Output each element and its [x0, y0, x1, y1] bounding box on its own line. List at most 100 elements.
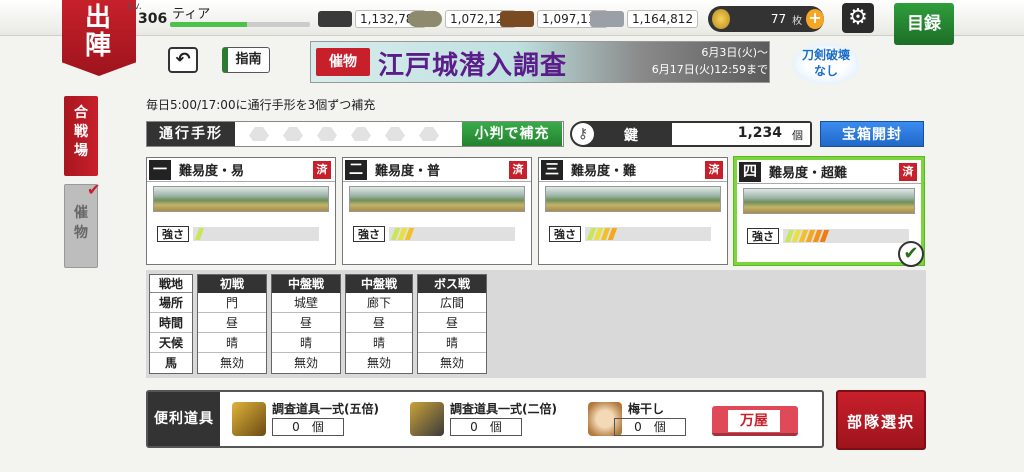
table-cell: 無効 [366, 356, 391, 370]
strength-bar [585, 227, 711, 241]
difficulty-card-easy[interactable]: 一 難易度・易 済 強さ [146, 157, 336, 265]
banner-dates: 6月3日(火)～ 6月17日(火)12:59まで [620, 44, 768, 78]
card-number: 三 [541, 159, 563, 180]
open-treasure-button[interactable]: 宝箱開封 [820, 121, 924, 147]
charcoal-icon [318, 11, 352, 27]
survey-kit-icon [410, 402, 444, 436]
item-count-value: 0 [470, 420, 478, 434]
map-thumbnail [545, 186, 721, 212]
table-cell: 晴 [346, 333, 412, 353]
item-count-value: 0 [292, 420, 300, 434]
key-label: 鍵 [624, 128, 638, 144]
shop-button[interactable]: 万屋 [712, 406, 798, 436]
back-icon[interactable]: ↶ [168, 47, 198, 73]
item-count: 0 個 [614, 418, 686, 436]
key-icon: ⚷ [572, 123, 594, 145]
difficulty-card-hard[interactable]: 三 難易度・難 済 強さ [538, 157, 728, 265]
item-count: 0 個 [272, 418, 344, 436]
pass-slot-icon [283, 127, 303, 141]
cleared-badge: 済 [899, 162, 917, 181]
strength-bar [389, 227, 515, 241]
strength-label: 強さ [353, 226, 385, 242]
battle-column-mid-1: 中盤戦 城壁 昼 晴 無効 [271, 274, 341, 374]
no-sword-break-badge: 刀剣破壊 なし [792, 44, 860, 84]
convenient-items-label: 便利道具 [148, 392, 220, 446]
resource-value: 1,164,812 [627, 10, 699, 28]
squad-select-button[interactable]: 部隊選択 [836, 390, 926, 450]
tab-battlefield-char-2: 戦 [74, 124, 88, 140]
table-cell: 昼 [346, 313, 412, 333]
card-header: 三 難易度・難 済 [539, 158, 727, 182]
key-unit: 個 [792, 129, 803, 142]
battle-row-headers: 戦地 場所 時間 天候 馬 [149, 274, 193, 374]
player-name: ティア [172, 7, 211, 22]
item-count-unit: 個 [653, 420, 666, 434]
table-cell: 晴 [418, 333, 486, 353]
coolant-icon [500, 11, 534, 27]
card-number: 一 [149, 159, 171, 180]
card-number: 二 [345, 159, 367, 180]
item-count-value: 0 [634, 420, 642, 434]
strength-row: 強さ [157, 226, 335, 242]
pass-slot-icon [351, 127, 371, 141]
koban-coin-icon [712, 9, 730, 29]
difficulty-card-extreme[interactable]: 四 難易度・超難 済 強さ [734, 157, 924, 265]
card-title: 難易度・易 [179, 164, 245, 179]
level-value: 306 [138, 11, 168, 27]
item-name: 調査道具一式(二倍) [450, 402, 557, 416]
row-header: 場所 [150, 293, 192, 313]
item-name: 調査道具一式(五倍) [272, 402, 379, 416]
strength-row: 強さ [747, 228, 921, 244]
card-header: 一 難易度・易 済 [147, 158, 335, 182]
table-cell: 広間 [418, 293, 486, 313]
banner-date-start: 6月3日(火)～ [701, 46, 768, 59]
gear-icon[interactable]: ⚙ [842, 3, 874, 33]
tamahagane-icon [408, 11, 442, 27]
tab-event-char-1: 催 [74, 205, 88, 221]
pass-slot-icon [249, 127, 269, 141]
koban-counter: 77 枚 + [708, 6, 824, 32]
item-survey-kit-5x-icon[interactable] [232, 402, 266, 436]
tab-battlefield-char-3: 場 [74, 143, 88, 159]
column-header: 中盤戦 [272, 275, 340, 293]
no-sword-break-line1: 刀剣破壊 [801, 48, 850, 62]
strength-bar [193, 227, 319, 241]
tab-event-char-2: 物 [74, 225, 88, 241]
battle-column-boss: ボス戦 広間 昼 晴 無効 [417, 274, 487, 374]
tab-battlefield-char-1: 合 [74, 105, 88, 121]
shop-label: 万屋 [728, 410, 780, 432]
strength-label: 強さ [747, 228, 779, 244]
item-count: 0 個 [450, 418, 522, 436]
map-thumbnail [153, 186, 329, 212]
cleared-badge: 済 [705, 160, 723, 179]
card-header: 二 難易度・普 済 [343, 158, 531, 182]
table-cell: 廊下 [346, 293, 412, 313]
difficulty-card-normal[interactable]: 二 難易度・普 済 強さ [342, 157, 532, 265]
koban-unit: 枚 [792, 15, 803, 27]
strength-label: 強さ [549, 226, 581, 242]
table-cell: 昼 [198, 313, 266, 333]
guide-button[interactable]: 指南 [222, 47, 270, 73]
cleared-badge: 済 [313, 160, 331, 179]
add-koban-button[interactable]: + [806, 9, 824, 29]
item-survey-kit-2x-icon[interactable] [410, 402, 444, 436]
catalog-button[interactable]: 目録 [894, 3, 954, 45]
whetstone-icon [590, 11, 624, 27]
strength-label: 強さ [157, 226, 189, 242]
refill-with-koban-button[interactable]: 小判で補充 [462, 122, 562, 146]
cleared-badge: 済 [509, 160, 527, 179]
tab-battlefield[interactable]: 合 戦 場 [64, 96, 98, 176]
row-header-title: 戦地 [150, 275, 192, 293]
resource-whetstone: 1,164,812 [590, 8, 699, 30]
map-thumbnail [349, 186, 525, 212]
exp-bar-fill [170, 22, 247, 27]
travel-pass-label: 通行手形 [147, 122, 235, 146]
tab-selected-check-icon: ✔ [87, 180, 101, 199]
pass-slot-icon [385, 127, 405, 141]
row-header: 時間 [150, 313, 192, 333]
table-cell: 城壁 [272, 293, 340, 313]
item-name: 梅干し [628, 402, 665, 416]
row-header: 天候 [150, 333, 192, 353]
strength-segment [194, 228, 205, 240]
survey-kit-icon [232, 402, 266, 436]
